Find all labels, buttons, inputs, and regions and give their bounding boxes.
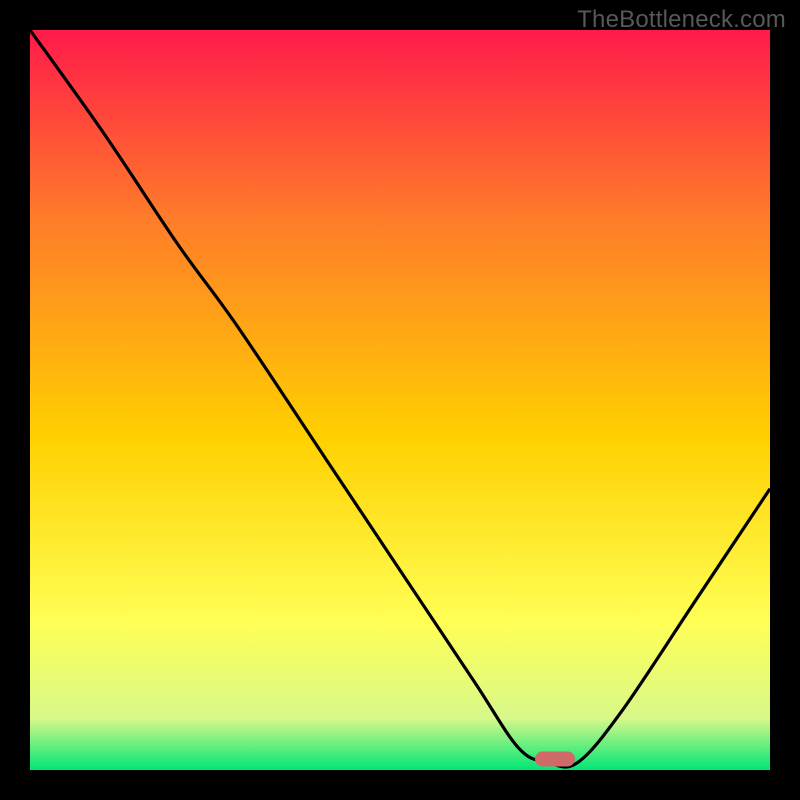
plot-area — [30, 30, 770, 770]
curve-layer — [30, 30, 770, 770]
bottleneck-curve — [30, 30, 770, 767]
bottleneck-chart: TheBottleneck.com — [0, 0, 800, 800]
watermark-text: TheBottleneck.com — [577, 6, 786, 34]
optimal-point-marker — [535, 751, 575, 766]
